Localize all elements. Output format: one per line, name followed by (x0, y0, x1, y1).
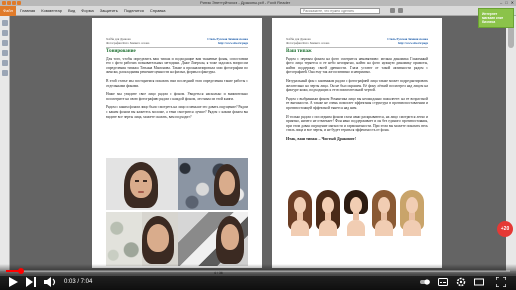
paragraph: Ниже мы увидите свое лицо рядом с фоном.… (106, 92, 248, 101)
attachment-icon[interactable] (2, 60, 8, 66)
pdf-page-left: Хобби для Дракона Фотография Фото Зимнег… (92, 18, 262, 268)
hairstyle-portraits (286, 186, 428, 242)
page-body: Ваш типаж Рядом с первым фоном на фото с… (286, 49, 428, 146)
autoplay-icon[interactable] (420, 277, 430, 287)
portrait-illustration (344, 190, 368, 236)
app-logo-icon[interactable] (2, 1, 6, 5)
ribbon: Файл Главная Комментар Вид Форма Защитить Под… (0, 6, 516, 16)
play-icon[interactable] (8, 277, 18, 287)
paragraph: Рядом с первым фоном на фото смотрится н… (286, 56, 428, 75)
conclusion-text: Итак, ваш типаж – Чистый Драконит! (286, 135, 356, 141)
page-header-right: Стиль Русская Зимняя сказка http://www.s… (387, 37, 428, 46)
ribbon-tools (390, 8, 403, 13)
portrait-illustration (400, 190, 424, 236)
page-header-left: Хобби для Дракона Фотография Фото Зимнег… (106, 37, 150, 45)
player-controls: 0:03 / 7:04 (0, 274, 516, 290)
theater-mode-icon[interactable] (474, 277, 484, 287)
quick-access-toolbar (2, 1, 21, 5)
section-heading: Тонирование (106, 49, 136, 54)
bookmark-icon[interactable] (2, 20, 8, 26)
print-icon[interactable] (17, 1, 21, 5)
open-icon[interactable] (7, 1, 11, 5)
header-divider (106, 47, 248, 48)
header-divider (286, 47, 428, 48)
photo-geometric-background (178, 212, 248, 266)
page-header-left: Хобби для Дракона Фотография Фото Зимнег… (286, 37, 330, 45)
subtitles-icon[interactable] (438, 277, 448, 287)
next-icon[interactable] (26, 277, 36, 287)
section-heading: Ваш типаж (286, 49, 312, 54)
portrait-illustration (372, 190, 396, 236)
paragraph: Рядом с выбранным фоном Романтика лицо в… (286, 96, 428, 110)
volume-icon[interactable] (44, 277, 56, 287)
ribbon-tab[interactable]: Поделится (124, 6, 144, 16)
paragraph: Натуральный фон с каменным рядом с фотог… (286, 78, 428, 93)
page-body: Тонирование Для того, чтобы определить в… (106, 49, 248, 123)
ribbon-tab[interactable]: Комментар (41, 6, 62, 16)
ribbon-tab[interactable]: Форма (81, 6, 93, 16)
pages-icon[interactable] (2, 30, 8, 36)
fullscreen-icon[interactable] (496, 277, 506, 287)
paragraph: В этой статье мы постараемся показать ва… (106, 78, 248, 88)
player-progress-bar[interactable] (6, 268, 510, 274)
document-canvas[interactable]: Хобби для Дракона Фотография Фото Зимнег… (10, 16, 506, 271)
signature-icon[interactable] (2, 70, 8, 76)
header-link[interactable]: http://www.site.ru/page (207, 41, 248, 46)
ribbon-tab[interactable]: Справка (150, 6, 166, 16)
header-line: Фотография Фото Зимнего сезона (286, 40, 330, 45)
user-icon[interactable] (398, 8, 403, 13)
layers-icon[interactable] (2, 40, 8, 46)
screen: Рипэк Энеттуйтохоэ - Драконы.pdf - Foxit… (0, 0, 516, 290)
page-header-right: Стиль Русская Зимняя сказка http://www.s… (207, 37, 248, 46)
paragraph: Для того, чтобы определить ваш типаж и п… (106, 56, 248, 75)
photo-floral-background (106, 212, 178, 266)
gear-icon[interactable] (456, 277, 466, 287)
ribbon-tab[interactable]: Вид (68, 6, 75, 16)
promo-badge[interactable]: +20 (497, 221, 513, 237)
save-icon[interactable] (12, 1, 16, 5)
portrait-illustration (316, 190, 340, 236)
ribbon-tab[interactable]: Главная (20, 6, 35, 16)
photo-pattern-background (178, 158, 248, 210)
paragraph: И только рядом с последним фоном глаза я… (286, 114, 428, 133)
comment-icon[interactable] (2, 50, 8, 56)
search-icon[interactable] (390, 8, 395, 13)
ribbon-tabs: Главная Комментар Вид Форма Защитить Поделитс… (20, 6, 166, 16)
photo-comparison-grid (106, 158, 248, 266)
paragraph: Рядом с каким фоном лицо было смотреть н… (106, 105, 248, 119)
navigation-panel (0, 16, 10, 271)
pdf-page-right: Хобби для Дракона Фотография Фото Зимнег… (272, 18, 442, 268)
portrait-illustration (288, 190, 312, 236)
promo-banner[interactable]: Интернет магазин книг бизнеса (478, 8, 514, 28)
ribbon-search-input[interactable]: Расскажите, что нужно сделать (300, 8, 380, 14)
header-link[interactable]: http://www.site.ru/page (387, 41, 428, 46)
header-line: Фотография Фото Зимнего сезона (106, 40, 150, 45)
player-time: 0:03 / 7:04 (64, 279, 93, 285)
photo-woman-neutral (106, 158, 178, 210)
ribbon-tab[interactable]: Защитить (100, 6, 118, 16)
file-tab[interactable]: Файл (0, 6, 16, 16)
